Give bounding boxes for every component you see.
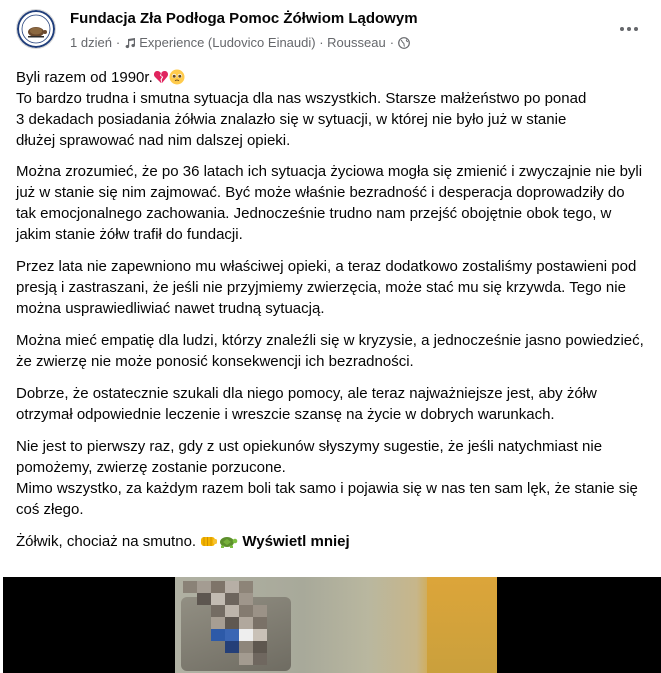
post-paragraph: Można zrozumieć, że po 36 latach ich syt… — [16, 163, 643, 243]
post-paragraph: Nie jest to pierwszy raz, gdy z ust opie… — [16, 436, 648, 520]
post-media[interactable] — [3, 577, 661, 673]
censor-pixel — [253, 617, 267, 629]
censor-pixel — [253, 653, 267, 665]
globe-icon[interactable] — [398, 36, 410, 49]
censor-pixel — [211, 605, 225, 617]
meta-separator: · — [389, 35, 395, 50]
foundation-logo-icon — [17, 10, 55, 48]
censor-pixel — [253, 605, 267, 617]
post-line: Mimo wszystko, za każdym razem boli tak … — [16, 480, 638, 518]
censor-pixel — [239, 653, 253, 665]
censor-pixel — [183, 581, 197, 593]
post-photo — [175, 577, 497, 673]
censor-pixel — [239, 617, 253, 629]
censor-pixel — [239, 593, 253, 605]
censor-pixel — [239, 605, 253, 617]
post-paragraph-last: Żółwik, chociaż na smutno. Wyświetl mnie… — [16, 531, 648, 552]
censor-pixel — [225, 593, 239, 605]
page-name[interactable]: Fundacja Zła Podłoga Pomoc Żółwiom Lądow… — [70, 10, 418, 27]
page-avatar[interactable] — [16, 9, 56, 49]
post-header: Fundacja Zła Podłoga Pomoc Żółwiom Lądow… — [0, 0, 661, 60]
broken-heart-emoji — [153, 71, 168, 83]
censor-pixel — [197, 581, 211, 593]
post-line: To bardzo trudna i smutna sytuacja dla n… — [16, 90, 587, 107]
censor-pixel — [239, 629, 253, 641]
post-line: 3 dekadach posiadania żółwia znalazło si… — [16, 111, 567, 128]
post-meta: 1 dzień · Experience (Ludovico Einaudi) … — [70, 35, 410, 50]
post-line: Byli razem od 1990r. — [16, 69, 153, 86]
turtle-emoji — [220, 537, 238, 548]
pleading-face-emoji — [169, 69, 185, 85]
censor-pixel — [197, 593, 211, 605]
more-horizontal-icon — [620, 27, 638, 31]
post-line: dłużej sprawować nad nim dalszej opieki. — [16, 132, 291, 149]
censor-pixel — [225, 581, 239, 593]
censor-pixel — [239, 581, 253, 593]
censor-pixel — [239, 641, 253, 653]
post-card: Fundacja Zła Podłoga Pomoc Żółwiom Lądow… — [0, 0, 661, 673]
post-paragraph: Dobrze, że ostatecznie szukali dla niego… — [16, 385, 597, 423]
censor-pixel — [211, 581, 225, 593]
censor-pixel — [211, 593, 225, 605]
post-time[interactable]: 1 dzień — [70, 35, 112, 50]
post-line: Żółwik, chociaż na smutno. — [16, 533, 197, 550]
censor-pixel — [211, 629, 225, 641]
post-line: Nie jest to pierwszy raz, gdy z ust opie… — [16, 438, 603, 476]
see-less-link[interactable]: Wyświetl mniej — [242, 533, 349, 550]
music-note-icon — [125, 37, 136, 48]
censor-pixel — [225, 629, 239, 641]
post-paragraph: Przez lata nie zapewniono mu właściwej o… — [16, 258, 637, 317]
more-options-button[interactable] — [611, 14, 647, 44]
post-paragraph: Byli razem od 1990r. To bardzo trudna i … — [16, 67, 648, 151]
yellow-dress — [427, 577, 497, 673]
post-text: Byli razem od 1990r. To bardzo trudna i … — [16, 67, 648, 563]
fist-bump-emoji — [201, 537, 218, 546]
censor-pixel — [211, 617, 225, 629]
post-paragraph: Można mieć empatię dla ludzi, którzy zna… — [16, 332, 644, 370]
censor-pixel — [225, 641, 239, 653]
censor-pixel — [253, 641, 267, 653]
censor-pixel — [225, 617, 239, 629]
censor-pixel — [253, 629, 267, 641]
music-track[interactable]: Experience (Ludovico Einaudi) · Rousseau — [139, 35, 385, 50]
censor-pixel — [225, 605, 239, 617]
meta-separator: · — [115, 35, 121, 50]
